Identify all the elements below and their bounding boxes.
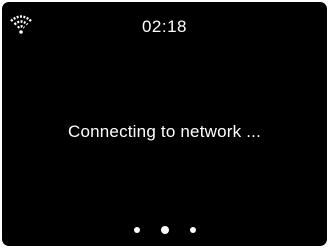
progress-dot [133, 227, 140, 233]
clock: 02:18 [141, 17, 188, 36]
device-screen: 02:18 Connecting to network ... [2, 2, 327, 246]
progress-indicator [2, 224, 327, 236]
progress-dot [189, 227, 196, 233]
status-bar: 02:18 [2, 2, 327, 42]
progress-dot-active [160, 226, 169, 234]
status-message: Connecting to network ... [67, 122, 262, 141]
